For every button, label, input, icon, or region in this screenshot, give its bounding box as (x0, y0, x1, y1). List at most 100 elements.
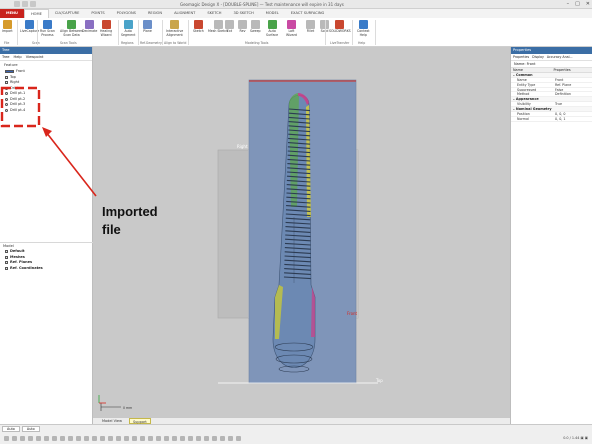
status-tool-icon[interactable] (92, 436, 97, 441)
ribbon-button-run-scan-process[interactable]: Run Scan Process (40, 20, 55, 37)
tab-alignment[interactable]: ALIGNMENT (168, 9, 201, 18)
header-name: Name (513, 68, 524, 72)
ribbon-button-solidworks[interactable]: SOLIDWORKS (329, 20, 351, 34)
redo-icon[interactable] (30, 1, 36, 7)
ribbon-button-sweep[interactable]: Sweep (250, 20, 261, 34)
property-value: 0, 0, 0 (555, 111, 566, 116)
status-tool-icon[interactable] (20, 436, 25, 441)
subtab-tree[interactable]: Tree (2, 55, 10, 59)
ribbon-separator (162, 20, 163, 45)
status-tool-icon[interactable] (164, 436, 169, 441)
status-tool-icon[interactable] (212, 436, 217, 441)
ribbon-button-fillet[interactable]: Fillet (306, 20, 315, 34)
point-icon (5, 103, 8, 107)
front-plane-label: Front (347, 311, 358, 316)
status-tool-icon[interactable] (12, 436, 17, 441)
properties-panel: Properties Properties Display Accuracy A… (510, 47, 592, 424)
model-tree-item[interactable]: Ref. Coordinates (0, 266, 93, 272)
tab-properties[interactable]: Properties (513, 55, 529, 59)
ribbon-button-ext[interactable]: Ext (225, 20, 234, 34)
ribbon-button-plane[interactable]: Plane (143, 20, 152, 34)
ribbon-button-label: Ext (226, 29, 233, 33)
plane-icon (5, 70, 14, 74)
tab-model[interactable]: MODEL (260, 9, 285, 18)
status-tool-icon[interactable] (84, 436, 89, 441)
tree-subtabs: Tree Help Viewpoint (0, 54, 92, 61)
status-tool-icon[interactable] (204, 436, 209, 441)
status-tool-icon[interactable] (28, 436, 33, 441)
close-button[interactable]: ✕ (586, 1, 590, 7)
ribbon-button-rev[interactable]: Rev (238, 20, 247, 34)
tab-sketch[interactable]: SKETCH (201, 9, 227, 18)
ribbon-button-auto-surface[interactable]: Auto Surface (266, 20, 278, 37)
ribbon-tabs: MENU HOME CLV/CAPTURE POINTS POLYGONS RE… (0, 9, 592, 18)
status-tool-icon[interactable] (4, 436, 9, 441)
tab-3d-sketch[interactable]: 3D SKETCH (227, 9, 259, 18)
ribbon-button-import[interactable]: Import (2, 20, 13, 34)
status-tool-icon[interactable] (132, 436, 137, 441)
status-tool-icon[interactable] (188, 436, 193, 441)
app-window: Geomagic Design X - [DOUBLE-SPLINE] — Te… (0, 0, 592, 444)
maximize-button[interactable]: □ (575, 1, 580, 7)
status-tool-icon[interactable] (108, 436, 113, 441)
title-bar: Geomagic Design X - [DOUBLE-SPLINE] — Te… (0, 0, 592, 9)
ribbon-separator (17, 20, 18, 45)
tab-accuracy-analyzer[interactable]: Accuracy Anal... (547, 55, 573, 59)
undo-icon[interactable] (22, 1, 28, 7)
ribbon-button-interactive-alignment[interactable]: Interactive Alignment (166, 20, 183, 37)
tab-points[interactable]: POINTS (85, 9, 110, 18)
ribbon-button-sketch[interactable]: Sketch (193, 20, 204, 34)
ribbon-button-label: Fillet (306, 29, 315, 33)
ribbon-separator (118, 20, 119, 45)
property-value: 0, 0, 1 (555, 116, 566, 121)
status-tool-icon[interactable] (36, 436, 41, 441)
status-tool-icon[interactable] (180, 436, 185, 441)
subtab-viewpoint[interactable]: Viewpoint (26, 55, 44, 59)
tab-polygons[interactable]: POLYGONS (111, 9, 142, 18)
status-tool-icon[interactable] (100, 436, 105, 441)
tab-menu[interactable]: MENU (0, 9, 24, 18)
ribbon-button-auto-segment[interactable]: Auto Segment (121, 20, 135, 37)
tab-region[interactable]: REGION (142, 9, 168, 18)
status-tool-icon[interactable] (116, 436, 121, 441)
status-tool-icon[interactable] (76, 436, 81, 441)
status-tool-icon[interactable] (148, 436, 153, 441)
right-plane-label: Right (237, 144, 248, 149)
ribbon-button-loft-wizard[interactable]: Loft Wizard (286, 20, 297, 37)
header-properties: Properties (553, 68, 571, 72)
save-icon[interactable] (14, 1, 20, 7)
property-key: Suppressed (517, 87, 537, 92)
status-tool-icon[interactable] (124, 436, 129, 441)
origin-icon (5, 86, 8, 90)
tree-item[interactable]: Drill pt-4 (0, 108, 92, 114)
status-tool-icon[interactable] (236, 436, 241, 441)
ribbon-group-label: Help (358, 41, 366, 45)
status-tool-icon[interactable] (68, 436, 73, 441)
status-tool-icon[interactable] (60, 436, 65, 441)
tab-display[interactable]: Display (532, 55, 544, 59)
status-tool-icon[interactable] (52, 436, 57, 441)
status-tool-icon[interactable] (196, 436, 201, 441)
status-tool-icon[interactable] (172, 436, 177, 441)
point-icon (5, 108, 8, 112)
tab-home[interactable]: HOME (23, 9, 49, 18)
minimize-button[interactable]: – (567, 1, 570, 7)
status-tool-icon[interactable] (228, 436, 233, 441)
mode-button-2[interactable]: Auto (21, 426, 40, 432)
status-tool-icon[interactable] (156, 436, 161, 441)
ribbon-icon (335, 20, 345, 29)
mode-button-1[interactable]: Auto (2, 426, 20, 432)
status-tool-icon[interactable] (220, 436, 225, 441)
ribbon-button-decimate[interactable]: Decimate (82, 20, 97, 34)
ribbon-button-align-between-scan-data[interactable]: Align Between Scan Data (60, 20, 83, 37)
ribbon-group-label: LiveTransfer (330, 41, 350, 45)
ribbon-button-context-help[interactable]: Context Help (357, 20, 370, 37)
tab-clv-capture[interactable]: CLV/CAPTURE (49, 9, 86, 18)
status-tool-icon[interactable] (140, 436, 145, 441)
property-row[interactable]: Normal 0, 0, 1 (511, 117, 592, 122)
subtab-help[interactable]: Help (14, 55, 22, 59)
ribbon-button-healing-wizard[interactable]: Healing Wizard (100, 20, 112, 37)
property-key: Visibility (517, 102, 531, 107)
tab-exact-surfacing[interactable]: EXACT SURFACING (285, 9, 331, 18)
status-tool-icon[interactable] (44, 436, 49, 441)
